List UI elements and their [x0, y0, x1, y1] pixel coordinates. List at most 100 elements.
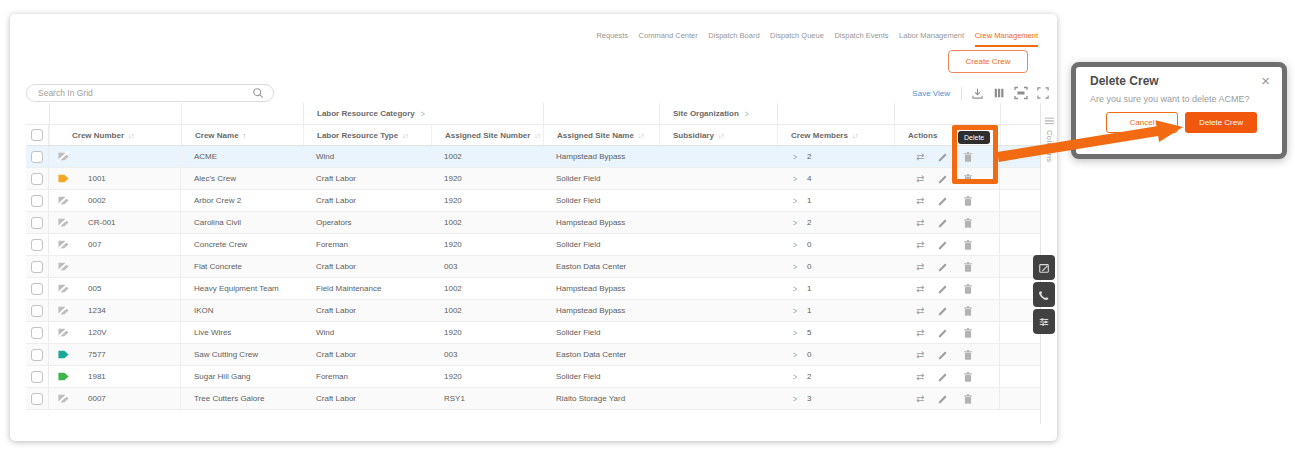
table-row[interactable]: 005Heavy Equipment TeamField Maintenance…: [26, 278, 1040, 300]
row-checkbox[interactable]: [31, 283, 43, 295]
edit-crew-icon[interactable]: [937, 261, 949, 273]
table-row[interactable]: ACMEWind1002Hampstead Bypass>2⇄: [26, 146, 1040, 168]
fullscreen-icon[interactable]: [1036, 86, 1050, 100]
delete-crew-icon[interactable]: [962, 371, 974, 383]
dialog-confirm-button[interactable]: Delete Crew: [1185, 112, 1257, 133]
table-row[interactable]: 120VLive WiresWind1920Solider Field>5⇄: [26, 322, 1040, 344]
transfer-crew-icon[interactable]: ⇄: [916, 218, 924, 228]
transfer-crew-icon[interactable]: ⇄: [916, 196, 924, 206]
transfer-crew-icon[interactable]: ⇄: [916, 152, 924, 162]
create-crew-button[interactable]: Create Crew: [948, 50, 1028, 73]
transfer-crew-icon[interactable]: ⇄: [916, 240, 924, 250]
table-row[interactable]: 1001Alec's CrewCraft Labor1920Solider Fi…: [26, 168, 1040, 190]
transfer-crew-icon[interactable]: ⇄: [916, 328, 924, 338]
search-input[interactable]: [38, 88, 252, 98]
table-row[interactable]: 0007Tree Cutters GaloreCraft LaborRSY1Ri…: [26, 388, 1040, 410]
expand-row-icon[interactable]: >: [793, 394, 797, 403]
edit-crew-icon[interactable]: [937, 173, 949, 185]
delete-crew-icon[interactable]: [962, 283, 974, 295]
row-checkbox[interactable]: [31, 195, 43, 207]
expand-row-icon[interactable]: >: [793, 306, 797, 315]
expand-row-icon[interactable]: >: [793, 372, 797, 381]
edit-crew-icon[interactable]: [937, 305, 949, 317]
table-row[interactable]: 7577Saw Cutting CrewCraft Labor003Easton…: [26, 344, 1040, 366]
transfer-crew-icon[interactable]: ⇄: [916, 394, 924, 404]
download-icon[interactable]: [970, 86, 984, 100]
fit-columns-icon[interactable]: [1014, 86, 1028, 100]
tab-requests[interactable]: Requests: [596, 31, 628, 47]
row-checkbox[interactable]: [31, 349, 43, 361]
expand-row-icon[interactable]: >: [793, 350, 797, 359]
edit-crew-icon[interactable]: [937, 371, 949, 383]
column-header-labor-resource-type[interactable]: Labor Resource Type↓↑: [303, 125, 431, 145]
delete-crew-icon[interactable]: [962, 261, 974, 273]
tab-dispatch-board[interactable]: Dispatch Board: [708, 31, 759, 47]
transfer-crew-icon[interactable]: ⇄: [916, 306, 924, 316]
edit-crew-icon[interactable]: [937, 327, 949, 339]
expand-row-icon[interactable]: >: [793, 174, 797, 183]
row-checkbox[interactable]: [31, 173, 43, 185]
table-row[interactable]: 1234IKONCraft Labor1002Hampstead Bypass>…: [26, 300, 1040, 322]
row-checkbox[interactable]: [31, 393, 43, 405]
delete-crew-icon[interactable]: [962, 349, 974, 361]
table-row[interactable]: CR-001Carolina CivilOperators1002Hampste…: [26, 212, 1040, 234]
column-header-assigned-site-name[interactable]: Assigned Site Name↓↑: [543, 125, 659, 145]
group-expand-icon[interactable]: >: [745, 109, 749, 118]
tab-dispatch-events[interactable]: Dispatch Events: [834, 31, 888, 47]
phone-icon[interactable]: [1033, 282, 1055, 307]
transfer-crew-icon[interactable]: ⇄: [916, 350, 924, 360]
delete-crew-icon[interactable]: [962, 393, 974, 405]
expand-row-icon[interactable]: >: [793, 262, 797, 271]
delete-crew-icon[interactable]: [962, 327, 974, 339]
transfer-crew-icon[interactable]: ⇄: [916, 262, 924, 272]
row-checkbox[interactable]: [31, 371, 43, 383]
settings-icon[interactable]: [1033, 309, 1055, 334]
expand-row-icon[interactable]: >: [793, 328, 797, 337]
delete-crew-icon[interactable]: [962, 239, 974, 251]
edit-crew-icon[interactable]: [937, 283, 949, 295]
column-header-subsidiary[interactable]: Subsidiary↓↑: [659, 125, 777, 145]
feedback-icon[interactable]: [1033, 255, 1055, 280]
table-row[interactable]: 1981Sugar Hill GangForeman1920Solider Fi…: [26, 366, 1040, 388]
save-view-link[interactable]: Save View: [912, 89, 950, 98]
delete-crew-icon[interactable]: [962, 217, 974, 229]
tab-dispatch-queue[interactable]: Dispatch Queue: [770, 31, 824, 47]
transfer-crew-icon[interactable]: ⇄: [916, 174, 924, 184]
row-checkbox[interactable]: [31, 151, 43, 163]
column-header-crew-members[interactable]: Crew Members↓↑: [777, 125, 894, 145]
columns-icon[interactable]: [992, 86, 1006, 100]
table-row[interactable]: Flat ConcreteCraft Labor003Easton Data C…: [26, 256, 1040, 278]
delete-crew-icon[interactable]: [962, 195, 974, 207]
transfer-crew-icon[interactable]: ⇄: [916, 284, 924, 294]
row-checkbox[interactable]: [31, 305, 43, 317]
row-checkbox[interactable]: [31, 327, 43, 339]
edit-crew-icon[interactable]: [937, 195, 949, 207]
dialog-close-icon[interactable]: ×: [1261, 75, 1270, 87]
row-checkbox[interactable]: [31, 217, 43, 229]
edit-crew-icon[interactable]: [937, 239, 949, 251]
select-all-checkbox[interactable]: [31, 129, 43, 141]
delete-crew-icon[interactable]: [962, 305, 974, 317]
dialog-cancel-button[interactable]: Cancel: [1106, 112, 1178, 133]
column-header-assigned-site-number[interactable]: Assigned Site Number↓↑: [431, 125, 543, 145]
expand-row-icon[interactable]: >: [793, 284, 797, 293]
expand-row-icon[interactable]: >: [793, 152, 797, 161]
column-header-crew-number[interactable]: Crew Number↓↑: [49, 125, 181, 145]
expand-row-icon[interactable]: >: [793, 196, 797, 205]
row-checkbox[interactable]: [31, 239, 43, 251]
edit-crew-icon[interactable]: [937, 151, 949, 163]
edit-crew-icon[interactable]: [937, 393, 949, 405]
expand-row-icon[interactable]: >: [793, 218, 797, 227]
table-row[interactable]: 0002Arbor Crew 2Craft Labor1920Solider F…: [26, 190, 1040, 212]
group-expand-icon[interactable]: >: [421, 109, 425, 118]
tab-crew-management[interactable]: Crew Management: [975, 31, 1038, 47]
expand-row-icon[interactable]: >: [793, 240, 797, 249]
row-checkbox[interactable]: [31, 261, 43, 273]
column-header-crew-name[interactable]: Crew Name↑: [181, 125, 303, 145]
table-row[interactable]: 007Concrete CrewForeman1920Solider Field…: [26, 234, 1040, 256]
edit-crew-icon[interactable]: [937, 217, 949, 229]
tab-command-center[interactable]: Command Center: [639, 31, 698, 47]
edit-crew-icon[interactable]: [937, 349, 949, 361]
tab-labor-management[interactable]: Labor Management: [899, 31, 964, 47]
transfer-crew-icon[interactable]: ⇄: [916, 372, 924, 382]
